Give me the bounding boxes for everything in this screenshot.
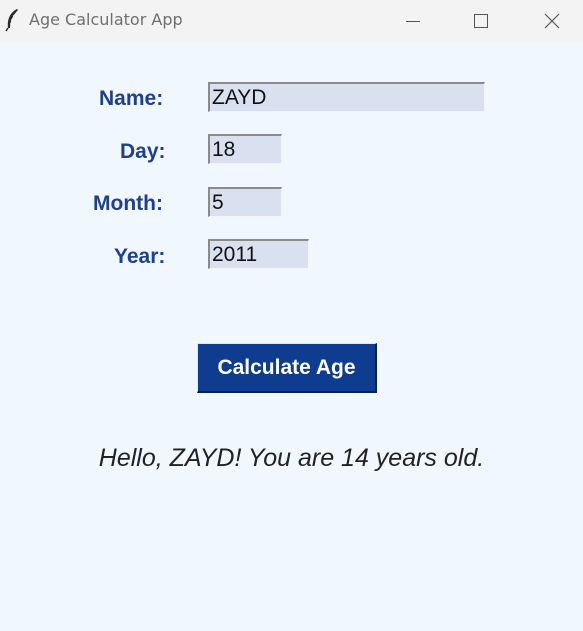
name-field[interactable]: ZAYD bbox=[208, 82, 485, 112]
calculate-age-button[interactable]: Calculate Age bbox=[197, 343, 377, 393]
title-bar: Age Calculator App bbox=[0, 0, 583, 42]
year-field[interactable]: 2011 bbox=[208, 239, 309, 269]
close-icon bbox=[544, 13, 560, 29]
maximize-button[interactable] bbox=[446, 0, 516, 42]
year-label: Year: bbox=[114, 245, 166, 268]
window-title: Age Calculator App bbox=[29, 10, 183, 29]
month-field[interactable]: 5 bbox=[208, 187, 282, 217]
day-label: Day: bbox=[120, 140, 166, 163]
minimize-button[interactable] bbox=[378, 0, 448, 42]
minimize-icon bbox=[406, 14, 420, 28]
result-message: Hello, ZAYD! You are 14 years old. bbox=[98, 444, 485, 472]
name-label: Name: bbox=[99, 87, 164, 110]
day-field[interactable]: 18 bbox=[208, 134, 282, 164]
maximize-icon bbox=[474, 14, 488, 28]
feather-icon bbox=[4, 8, 20, 32]
month-label: Month: bbox=[93, 192, 163, 215]
close-button[interactable] bbox=[517, 0, 583, 42]
